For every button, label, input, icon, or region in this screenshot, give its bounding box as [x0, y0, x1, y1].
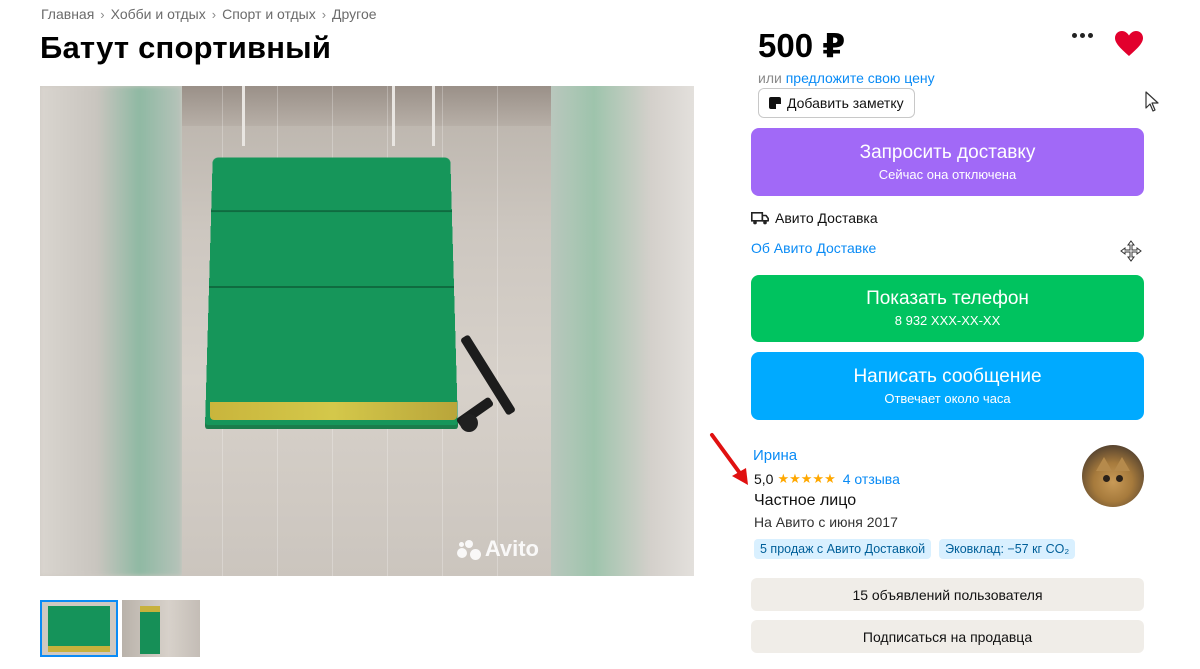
photo-chair-leg	[392, 86, 395, 146]
price-offer: или предложите свою цену	[758, 70, 935, 86]
image-gallery[interactable]: Avito	[40, 86, 694, 576]
seller-name-link[interactable]: Ирина	[753, 447, 797, 464]
seller-avatar[interactable]	[1082, 445, 1144, 507]
show-phone-button[interactable]: Показать телефон 8 932 XXX-XX-XX	[751, 275, 1144, 342]
offer-prefix: или	[758, 70, 782, 86]
add-note-label: Добавить заметку	[787, 95, 904, 111]
breadcrumb-separator: ›	[321, 6, 327, 22]
avito-delivery-info: Авито Доставка	[751, 210, 878, 226]
breadcrumb-item-sport[interactable]: Спорт и отдых	[222, 6, 316, 22]
add-note-button[interactable]: Добавить заметку	[758, 88, 915, 118]
seller-rating: 5,0 ★★★★★ 4 отзыва	[754, 471, 900, 487]
avatar-ear	[1114, 457, 1130, 471]
gallery-blur-left	[40, 86, 182, 576]
response-time: Отвечает около часа	[884, 390, 1011, 406]
seller-since: На Авито с июня 2017	[754, 514, 898, 530]
gallery-thumbnails	[40, 600, 200, 657]
note-icon	[769, 97, 781, 109]
avatar-ear	[1096, 457, 1112, 471]
request-delivery-sub: Сейчас она отключена	[878, 166, 1017, 182]
gym-mat-edge	[210, 402, 457, 420]
breadcrumb-separator: ›	[211, 6, 217, 22]
floor-plank	[497, 86, 498, 576]
user-ads-button[interactable]: 15 объявлений пользователя	[751, 578, 1144, 611]
offer-link[interactable]: предложите свою цену	[786, 70, 935, 86]
mat-fold	[211, 210, 452, 213]
breadcrumb-item-main[interactable]: Главная	[41, 6, 94, 22]
avito-watermark: Avito	[456, 536, 539, 562]
trampoline-wheel	[460, 414, 478, 432]
request-delivery-button[interactable]: Запросить доставку Сейчас она отключена	[751, 128, 1144, 196]
favorite-heart-icon[interactable]	[1115, 31, 1143, 57]
product-photo[interactable]: Avito	[182, 86, 551, 576]
gallery-blur-right	[551, 86, 694, 576]
thumbnail-2[interactable]	[122, 600, 200, 657]
breadcrumb-item-hobby[interactable]: Хобби и отдых	[111, 6, 206, 22]
write-message-button[interactable]: Написать сообщение Отвечает около часа	[751, 352, 1144, 420]
breadcrumb: Главная › Хобби и отдых › Спорт и отдых …	[41, 6, 377, 22]
request-delivery-label: Запросить доставку	[859, 141, 1036, 163]
avito-delivery-label: Авито Доставка	[775, 210, 878, 226]
subscribe-seller-button[interactable]: Подписаться на продавца	[751, 620, 1144, 653]
more-options-icon[interactable]	[1072, 33, 1093, 38]
reviews-link[interactable]: 4 отзыва	[843, 471, 900, 487]
badge-eco-contribution[interactable]: Эковклад: −57 кг CO₂	[939, 539, 1076, 559]
seller-type: Частное лицо	[754, 492, 857, 509]
truck-icon	[751, 211, 769, 224]
show-phone-label: Показать телефон	[866, 288, 1029, 309]
photo-chair-leg	[242, 86, 245, 146]
mouse-cursor-icon	[1145, 91, 1159, 112]
mat-fold	[208, 286, 455, 288]
rating-stars-icon: ★★★★★	[777, 471, 836, 486]
avito-logo-icon	[456, 538, 481, 560]
move-cursor-icon	[1120, 240, 1142, 262]
about-delivery-link[interactable]: Об Авито Доставке	[751, 240, 876, 256]
breadcrumb-separator: ›	[100, 6, 105, 22]
avatar-eye	[1103, 475, 1110, 482]
price: 500 ₽	[758, 27, 846, 64]
avatar-eye	[1116, 475, 1123, 482]
write-message-label: Написать сообщение	[853, 365, 1042, 387]
badge-delivery-sales: 5 продаж с Авито Доставкой	[754, 539, 932, 559]
gym-mat	[205, 157, 458, 426]
seller-badges: 5 продаж с Авито Доставкой Эковклад: −57…	[754, 539, 1076, 559]
annotation-arrow-icon	[710, 433, 748, 485]
photo-chair-leg	[432, 86, 435, 146]
watermark-text: Avito	[484, 536, 539, 561]
page-title: Батут спортивный	[40, 30, 332, 65]
thumbnail-1[interactable]	[40, 600, 118, 657]
rating-value: 5,0	[754, 471, 774, 487]
photo-wall	[182, 86, 551, 126]
breadcrumb-item-other[interactable]: Другое	[332, 6, 376, 22]
phone-number-masked: 8 932 XXX-XX-XX	[894, 313, 1001, 328]
